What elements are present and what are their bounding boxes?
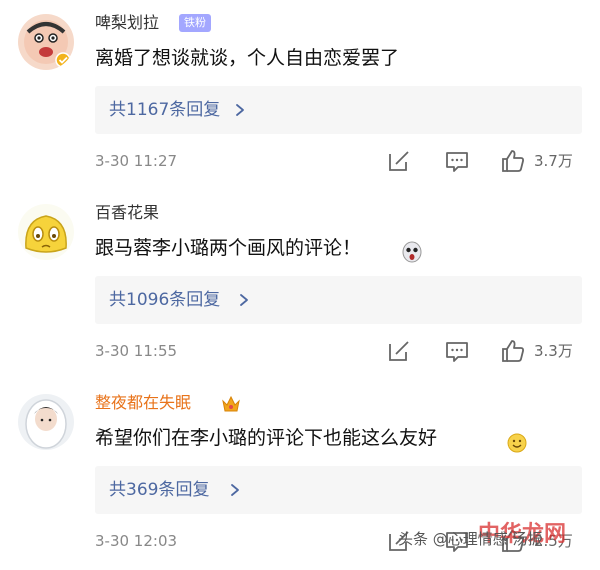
comment-text: 希望你们在李小璐的评论下也能这么友好 xyxy=(95,427,438,449)
thumbs-up-icon[interactable] xyxy=(500,338,526,364)
timestamp: 3-30 11:55 xyxy=(95,342,178,360)
crown-badge-icon xyxy=(222,395,240,412)
replies-label: 共1096条回复 xyxy=(109,290,221,310)
shocked-emoji-icon xyxy=(402,241,422,263)
username[interactable]: 啤梨划拉 xyxy=(95,12,159,34)
like-count: 3.7万 xyxy=(534,152,573,170)
comment-text: 跟马蓉李小璐两个画风的评论！ xyxy=(95,237,362,259)
edit-icon[interactable] xyxy=(386,148,412,174)
chevron-right-icon xyxy=(236,104,244,116)
replies-button[interactable]: 共1167条回复 xyxy=(95,86,582,134)
avatar[interactable] xyxy=(18,204,74,260)
chevron-right-icon xyxy=(240,294,248,306)
edit-icon[interactable] xyxy=(386,338,412,364)
comment-item: 百香花果 跟马蓉李小璐两个画风的评论！ 共1096条回复 3-30 11:55 … xyxy=(0,190,600,380)
timestamp: 3-30 11:27 xyxy=(95,152,178,170)
username[interactable]: 整夜都在失眠 xyxy=(95,392,191,414)
comment-icon[interactable] xyxy=(444,338,470,364)
chevron-right-icon xyxy=(231,484,239,496)
thumbs-up-icon[interactable] xyxy=(500,148,526,174)
replies-label: 共1167条回复 xyxy=(109,100,221,120)
comment-icon[interactable] xyxy=(444,148,470,174)
avatar[interactable] xyxy=(18,14,74,70)
smile-emoji-icon xyxy=(507,433,527,453)
replies-label: 共369条回复 xyxy=(109,480,210,500)
watermark-text: 头条 @心理情感 汤振 xyxy=(398,530,543,548)
username[interactable]: 百香花果 xyxy=(95,202,159,224)
replies-button[interactable]: 共1096条回复 xyxy=(95,276,582,324)
avatar[interactable] xyxy=(18,394,74,450)
comment-text: 离婚了想谈就谈，个人自由恋爱罢了 xyxy=(95,47,400,69)
fan-badge: 铁粉 xyxy=(179,14,211,32)
like-count: 3.3万 xyxy=(534,342,573,360)
comment-item: 啤梨划拉 铁粉 离婚了想谈就谈，个人自由恋爱罢了 共1167条回复 3-30 1… xyxy=(0,0,600,190)
replies-button[interactable]: 共369条回复 xyxy=(95,466,582,514)
timestamp: 3-30 12:03 xyxy=(95,532,178,550)
